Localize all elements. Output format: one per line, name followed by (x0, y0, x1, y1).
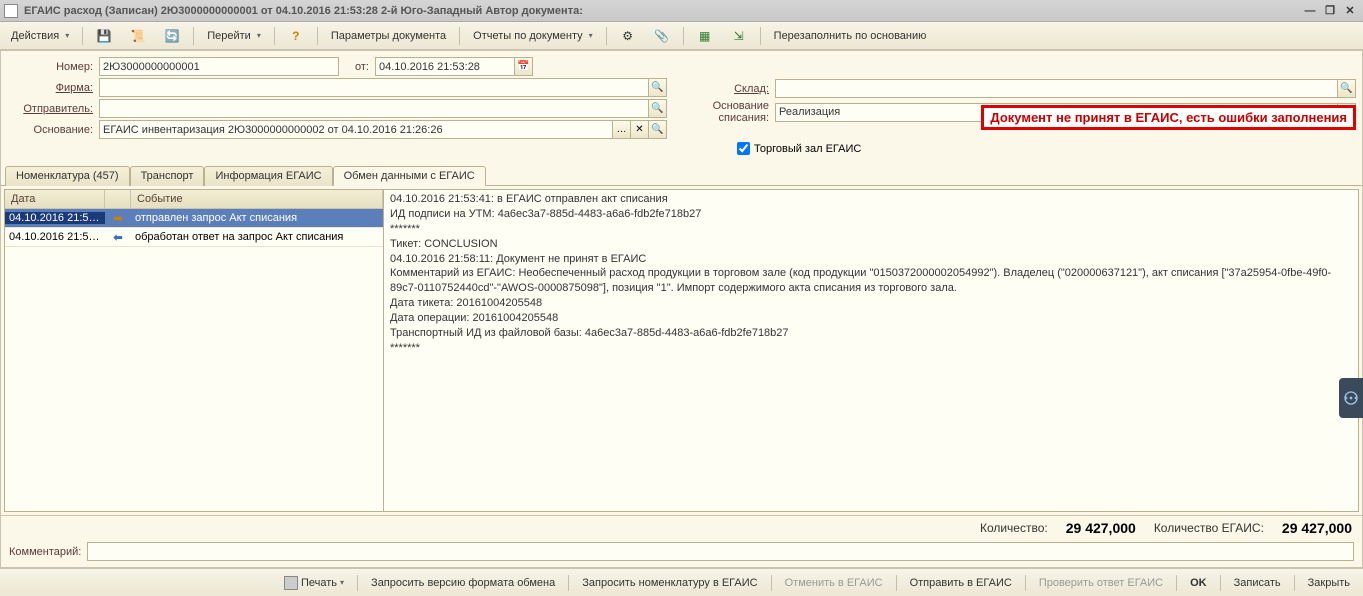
doc-params-button[interactable]: Параметры документа (324, 27, 453, 45)
window-title: ЕГАИС расход (Записан) 2Ю3000000000001 о… (24, 5, 1299, 17)
save-button[interactable]: Записать (1227, 574, 1288, 592)
firm-input[interactable] (99, 78, 649, 97)
trade-hall-checkbox[interactable] (737, 142, 750, 155)
grid-cell-event: обработан ответ на запрос Акт списания (131, 231, 383, 243)
date-picker-button[interactable]: 📅 (515, 57, 533, 76)
tab-nomenclature[interactable]: Номенклатура (457) (5, 166, 130, 186)
grid-icon: ▦ (697, 28, 713, 44)
arrow-out-icon: ➡ (105, 212, 131, 225)
warehouse-input[interactable] (775, 79, 1338, 98)
sender-label: Отправитель: (7, 103, 93, 115)
check-egais-button[interactable]: Проверить ответ ЕГАИС (1032, 574, 1170, 592)
number-input[interactable] (99, 57, 339, 76)
refresh-icon: 🔄 (164, 28, 180, 44)
basis-select-button[interactable]: … (613, 120, 631, 139)
tab-transport[interactable]: Транспорт (130, 166, 205, 186)
qty-value: 29 427,000 (1066, 520, 1136, 536)
tabstrip: Номенклатура (457) Транспорт Информация … (1, 165, 1362, 186)
refill-button[interactable]: Перезаполнить по основанию (767, 27, 934, 45)
arrow-in-icon: ⬅ (105, 231, 131, 244)
scroll-icon: 📜 (130, 28, 146, 44)
grid-header-event[interactable]: Событие (131, 190, 383, 208)
writeoff-basis-label: Основание списания: (697, 100, 769, 124)
warehouse-label: Склад: (697, 83, 769, 95)
comment-label: Комментарий: (9, 546, 81, 558)
content-area: Документ не принят в ЕГАИС, есть ошибки … (0, 50, 1363, 568)
trade-hall-checkbox-wrap[interactable]: Торговый зал ЕГАИС (737, 142, 861, 155)
titlebar: ЕГАИС расход (Записан) 2Ю3000000000001 о… (0, 0, 1363, 22)
export-icon: ⇲ (731, 28, 747, 44)
minimize-button[interactable]: — (1301, 3, 1319, 19)
tab-egais-exchange[interactable]: Обмен данными с ЕГАИС (333, 166, 486, 186)
goto-menu[interactable]: Перейти (200, 27, 268, 45)
qty-egais-value: 29 427,000 (1282, 520, 1352, 536)
toolbar: Действия 💾 📜 🔄 Перейти ? Параметры докум… (0, 22, 1363, 50)
basis-clear-button[interactable]: ✕ (631, 120, 649, 139)
help-button[interactable]: ? (281, 25, 311, 47)
bottom-bar: Печать Запросить версию формата обмена З… (0, 568, 1363, 596)
export-icon-button[interactable]: ⇲ (724, 25, 754, 47)
clip-icon: 📎 (654, 28, 670, 44)
comment-input[interactable] (87, 542, 1354, 561)
print-menu[interactable]: Печать (277, 573, 351, 593)
grid-cell-event: отправлен запрос Акт списания (131, 212, 383, 224)
qty-egais-label: Количество ЕГАИС: (1154, 521, 1264, 535)
grid-header-date[interactable]: Дата (5, 190, 105, 208)
events-grid: Дата Событие 04.10.2016 21:53… ➡ отправл… (4, 189, 384, 512)
trade-hall-label: Торговый зал ЕГАИС (754, 143, 861, 155)
qty-label: Количество: (980, 521, 1048, 535)
save-icon: 💾 (96, 28, 112, 44)
number-label: Номер: (7, 61, 93, 73)
basis-lookup-button[interactable]: 🔍 (649, 120, 667, 139)
close-button[interactable]: Закрыть (1301, 574, 1357, 592)
save-icon-button[interactable]: 💾 (89, 25, 119, 47)
tab-egais-info[interactable]: Информация ЕГАИС (204, 166, 332, 186)
maximize-button[interactable]: ❐ (1321, 3, 1339, 19)
request-nomenclature-button[interactable]: Запросить номенклатуру в ЕГАИС (575, 574, 764, 592)
ok-button[interactable]: OK (1183, 574, 1214, 592)
teamviewer-tab[interactable] (1339, 378, 1363, 418)
detail-text: 04.10.2016 21:53:41: в ЕГАИС отправлен а… (384, 189, 1359, 512)
scroll-icon-button[interactable]: 📜 (123, 25, 153, 47)
totals-bar: Количество: 29 427,000 Количество ЕГАИС:… (1, 515, 1362, 540)
sender-lookup-button[interactable]: 🔍 (649, 99, 667, 118)
request-version-button[interactable]: Запросить версию формата обмена (364, 574, 562, 592)
date-input[interactable] (375, 57, 515, 76)
clip-icon-button[interactable]: 📎 (647, 25, 677, 47)
config-icon-button[interactable]: ⚙ (613, 25, 643, 47)
actions-menu[interactable]: Действия (4, 27, 76, 45)
from-label: от: (345, 61, 369, 73)
grid-icon-button[interactable]: ▦ (690, 25, 720, 47)
grid-header-icon (105, 190, 131, 208)
grid-cell-date: 04.10.2016 21:53… (5, 212, 105, 224)
warehouse-lookup-button[interactable]: 🔍 (1338, 79, 1356, 98)
grid-row[interactable]: 04.10.2016 21:58… ⬅ обработан ответ на з… (5, 228, 383, 247)
basis-label: Основание: (7, 124, 93, 136)
firm-label: Фирма: (7, 82, 93, 94)
send-egais-button[interactable]: Отправить в ЕГАИС (903, 574, 1019, 592)
close-window-button[interactable]: ✕ (1341, 3, 1359, 19)
grid-cell-date: 04.10.2016 21:58… (5, 231, 105, 243)
basis-input[interactable] (99, 120, 613, 139)
refresh-icon-button[interactable]: 🔄 (157, 25, 187, 47)
config-icon: ⚙ (620, 28, 636, 44)
app-icon (4, 4, 18, 18)
error-banner: Документ не принят в ЕГАИС, есть ошибки … (981, 105, 1356, 130)
grid-row[interactable]: 04.10.2016 21:53… ➡ отправлен запрос Акт… (5, 209, 383, 228)
print-icon (284, 576, 298, 590)
cancel-egais-button[interactable]: Отменить в ЕГАИС (778, 574, 890, 592)
teamviewer-icon (1343, 390, 1359, 406)
reports-menu[interactable]: Отчеты по документу (466, 27, 600, 45)
sender-input[interactable] (99, 99, 649, 118)
firm-lookup-button[interactable]: 🔍 (649, 78, 667, 97)
help-icon: ? (288, 28, 304, 44)
